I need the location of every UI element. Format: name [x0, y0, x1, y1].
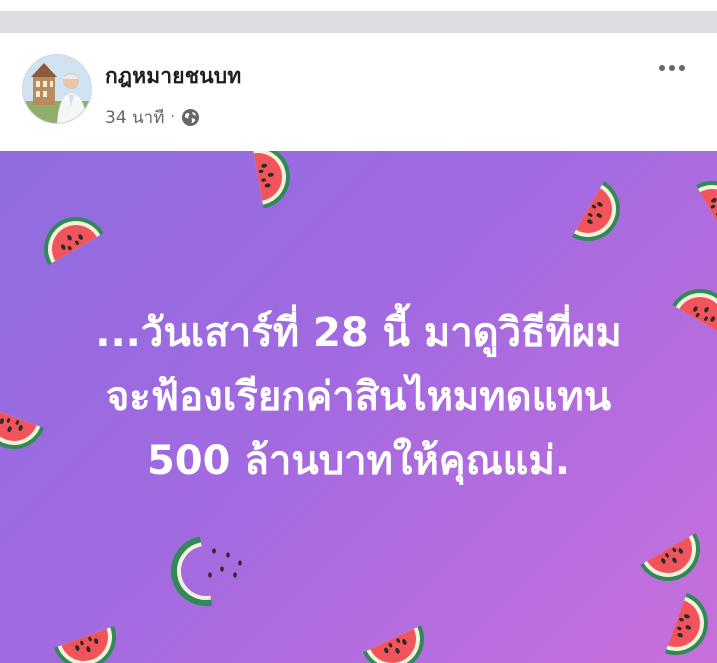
- feed-divider: [0, 11, 717, 33]
- watermelon-slice-icon: [572, 181, 632, 253]
- avatar-image: [23, 55, 91, 123]
- more-options-button[interactable]: [652, 54, 692, 82]
- avatar[interactable]: [22, 54, 92, 124]
- post-text-line: จะฟ้องเรียกค่าสินไหมทดแทน: [105, 374, 612, 420]
- watermelon-slice-icon: [696, 169, 717, 241]
- meta-separator: ·: [170, 109, 175, 125]
- post-meta: 34 นาที ·: [105, 106, 200, 128]
- watermelon-seeds: [208, 548, 242, 578]
- post-timestamp[interactable]: 34 นาที: [105, 104, 164, 131]
- post-header: กฎหมายชนบท 34 นาที ·: [0, 33, 717, 151]
- globe-icon[interactable]: [181, 108, 200, 127]
- post-text-line: ...วันเสาร์ที่ 28 นี้ มาดูวิธีที่ผม: [95, 310, 622, 356]
- watermelon-slice-icon: [362, 625, 435, 663]
- watermelon-slice-icon: [53, 626, 126, 663]
- watermelon-slice-icon: [32, 205, 104, 265]
- watermelon-slice-icon: [665, 592, 717, 663]
- post-text-line: 500 ล้านบาทให้คุณแม่.: [146, 438, 571, 484]
- watermelon-slice-icon: [252, 151, 296, 209]
- watermelon-rind-icon: [169, 539, 212, 608]
- author-name[interactable]: กฎหมายชนบท: [105, 60, 241, 93]
- watermelon-slice-icon: [640, 533, 712, 593]
- post-text: ...วันเสาร์ที่ 28 นี้ มาดูวิธีที่ผม จะฟ้…: [0, 301, 717, 493]
- more-options-icon: [659, 65, 665, 71]
- post-card[interactable]: ...วันเสาร์ที่ 28 นี้ มาดูวิธีที่ผม จะฟ้…: [0, 151, 717, 663]
